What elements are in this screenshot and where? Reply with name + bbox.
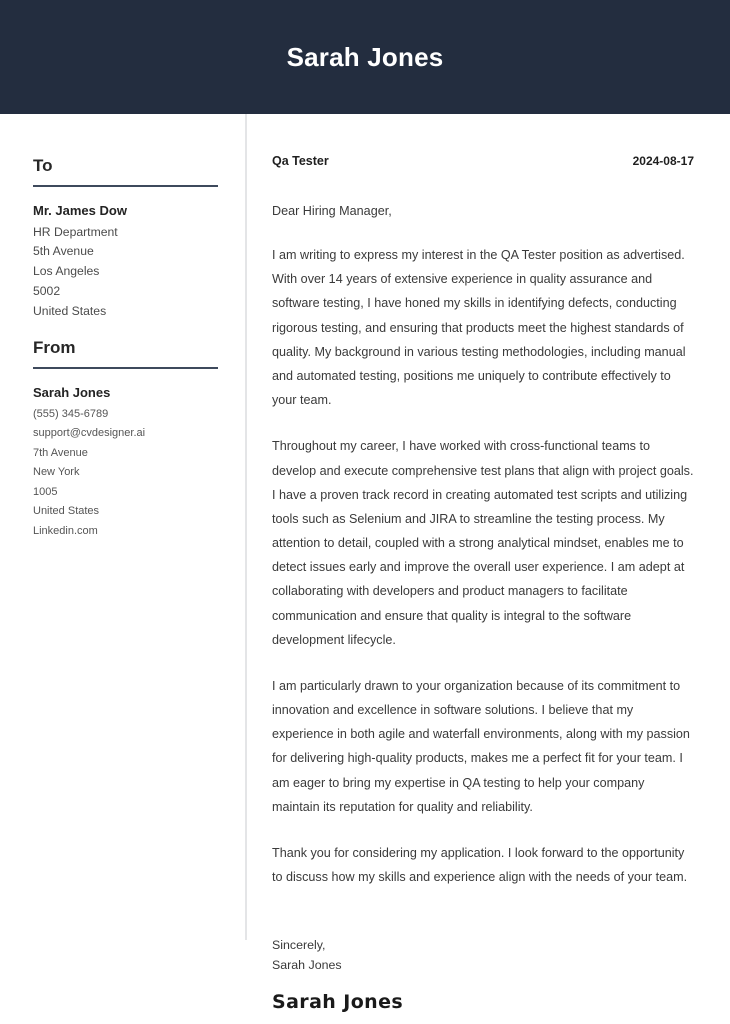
- letter-header-banner: Sarah Jones: [0, 0, 730, 114]
- recipient-line: 5th Avenue: [33, 244, 94, 259]
- recipient-name: Mr. James Dow: [33, 203, 127, 219]
- applicant-name-header: Sarah Jones: [286, 42, 444, 72]
- letter-paragraph: Throughout my career, I have worked with…: [272, 439, 694, 647]
- signature: Sarah Jones: [272, 991, 404, 1014]
- sender-email: support@cvdesigner.ai: [33, 427, 146, 440]
- recipient-line: HR Department: [33, 224, 118, 239]
- sender-phone: (555) 345-6789: [33, 407, 109, 420]
- recipient-line: Los Angeles: [33, 264, 100, 279]
- column-divider: [245, 114, 247, 940]
- sender-line: 7th Avenue: [33, 446, 88, 459]
- letter-date: 2024-08-17: [632, 154, 694, 168]
- sender-block: From Sarah Jones (555) 345-6789 support@…: [33, 338, 218, 542]
- to-heading-rule: [33, 185, 218, 188]
- sender-website: Linkedin.com: [33, 525, 98, 537]
- letter-paragraph: Thank you for considering my application…: [272, 845, 688, 885]
- to-heading: To: [33, 156, 53, 175]
- sender-line: United States: [33, 505, 100, 518]
- closing-salutation: Sincerely,: [272, 938, 326, 953]
- from-heading-rule: [33, 367, 218, 370]
- closing-block: Sincerely, Sarah Jones Sarah Jones: [272, 935, 694, 1013]
- cover-letter-page: Sarah Jones To Mr. James Dow HR Departme…: [0, 0, 730, 1024]
- letter-meta-row: Qa Tester 2024-08-17: [272, 154, 694, 168]
- sender-line: 1005: [33, 485, 58, 498]
- letter-paragraph: I am writing to express my interest in t…: [272, 248, 686, 408]
- sender-name: Sarah Jones: [33, 385, 111, 401]
- recipient-line: 5002: [33, 283, 61, 298]
- job-title: Qa Tester: [272, 154, 329, 168]
- closing-name: Sarah Jones: [272, 958, 342, 973]
- letter-content: Qa Tester 2024-08-17 Dear Hiring Manager…: [272, 114, 694, 1013]
- from-heading: From: [33, 338, 76, 357]
- recipient-line: United States: [33, 303, 107, 318]
- recipient-block: To Mr. James Dow HR Department 5th Avenu…: [33, 156, 218, 321]
- sender-line: New York: [33, 466, 80, 479]
- salutation: Dear Hiring Manager,: [272, 204, 392, 218]
- letter-paragraph: I am particularly drawn to your organiza…: [272, 678, 690, 814]
- letter-body-area: To Mr. James Dow HR Department 5th Avenu…: [0, 114, 730, 1024]
